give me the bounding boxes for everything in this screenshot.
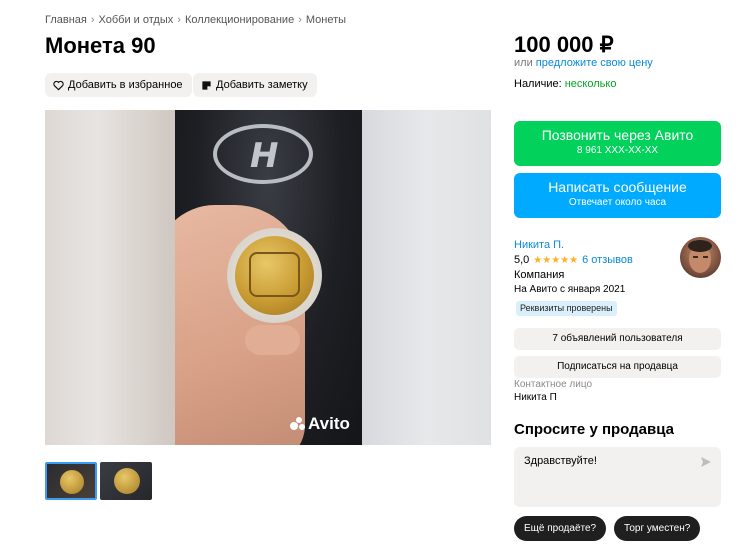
photo-gallery[interactable]: H Avito [45, 110, 491, 445]
contact-label: Контактное лицо [514, 379, 593, 390]
breadcrumb-separator: › [177, 14, 181, 26]
add-note-label: Добавить заметку [216, 79, 308, 91]
ask-message-text: Здравствуйте! [524, 455, 597, 467]
seller-name[interactable]: Никита П. [514, 239, 564, 251]
call-button-phone: 8 961 XXX-XX-XX [576, 145, 659, 156]
quick-question-still-selling[interactable]: Ещё продаёте? [514, 516, 607, 541]
seller-ads-button[interactable]: 7 объявлений пользователя [514, 328, 721, 350]
seller-type: Компания [514, 269, 565, 281]
offer-price-link[interactable]: предложите свою цену [536, 57, 653, 69]
main-photo[interactable]: H [175, 110, 362, 445]
breadcrumb-hobby[interactable]: Хобби и отдых [99, 14, 174, 26]
breadcrumb-collecting[interactable]: Коллекционирование [185, 14, 294, 26]
message-button-label: Написать сообщение [548, 179, 687, 195]
subscribe-button[interactable]: Подписаться на продавца [514, 356, 721, 378]
seller-since: На Авито с января 2021 [514, 284, 626, 295]
breadcrumb: Главная › Хобби и отдых › Коллекционирование… [45, 14, 346, 26]
seller-rating: 5,0 ★★★★★ 6 отзывов [514, 254, 633, 266]
thumb-image [245, 325, 300, 355]
avito-logo-icon [290, 417, 306, 431]
offer-prefix: или [514, 57, 533, 69]
gallery-blur-right [362, 110, 491, 445]
coin-emblem [249, 252, 300, 297]
heart-icon [53, 80, 64, 91]
note-icon [201, 80, 212, 91]
watermark-text: Avito [308, 414, 350, 433]
avito-watermark: Avito [290, 414, 350, 434]
breadcrumb-separator: › [298, 14, 302, 26]
car-logo-h: H [250, 136, 279, 176]
gallery-blur-left [45, 110, 175, 445]
breadcrumb-coins[interactable]: Монеты [306, 14, 346, 26]
availability-value: несколько [564, 78, 617, 90]
message-button[interactable]: Написать сообщение Отвечает около часа [514, 173, 721, 218]
breadcrumb-separator: › [90, 14, 95, 26]
thumbnail-1[interactable] [45, 462, 97, 500]
page-title: Монета 90 [45, 33, 156, 58]
thumbnail-2[interactable] [100, 462, 152, 500]
ask-seller-title: Спросите у продавца [514, 421, 674, 438]
rating-stars-icon: ★★★★★ [533, 254, 579, 266]
quick-question-bargain[interactable]: Торг уместен? [614, 516, 701, 541]
price: 100 000 ₽ [514, 32, 614, 57]
send-icon[interactable] [700, 456, 712, 468]
message-button-sub: Отвечает около часа [568, 197, 667, 208]
contact-name: Никита П [514, 392, 557, 403]
add-to-favorites-button[interactable]: Добавить в избранное [45, 73, 192, 97]
breadcrumb-home[interactable]: Главная [45, 14, 87, 26]
availability-label: Наличие: [514, 78, 565, 90]
call-button-label: Позвонить через Авито [541, 127, 694, 143]
availability: Наличие: несколько [514, 78, 616, 90]
add-to-favorites-label: Добавить в избранное [68, 79, 183, 91]
photo-thumbnails [45, 462, 152, 500]
offer-price-line: или предложите свою цену [514, 57, 653, 69]
call-button[interactable]: Позвонить через Авито 8 961 XXX-XX-XX [514, 121, 721, 166]
rating-value: 5,0 [514, 254, 530, 266]
ask-message-input[interactable]: Здравствуйте! [514, 447, 721, 507]
add-note-button[interactable]: Добавить заметку [193, 73, 317, 97]
verified-badge: Реквизиты проверены [516, 301, 617, 316]
avatar[interactable] [680, 237, 721, 278]
reviews-link[interactable]: 6 отзывов [582, 254, 633, 266]
